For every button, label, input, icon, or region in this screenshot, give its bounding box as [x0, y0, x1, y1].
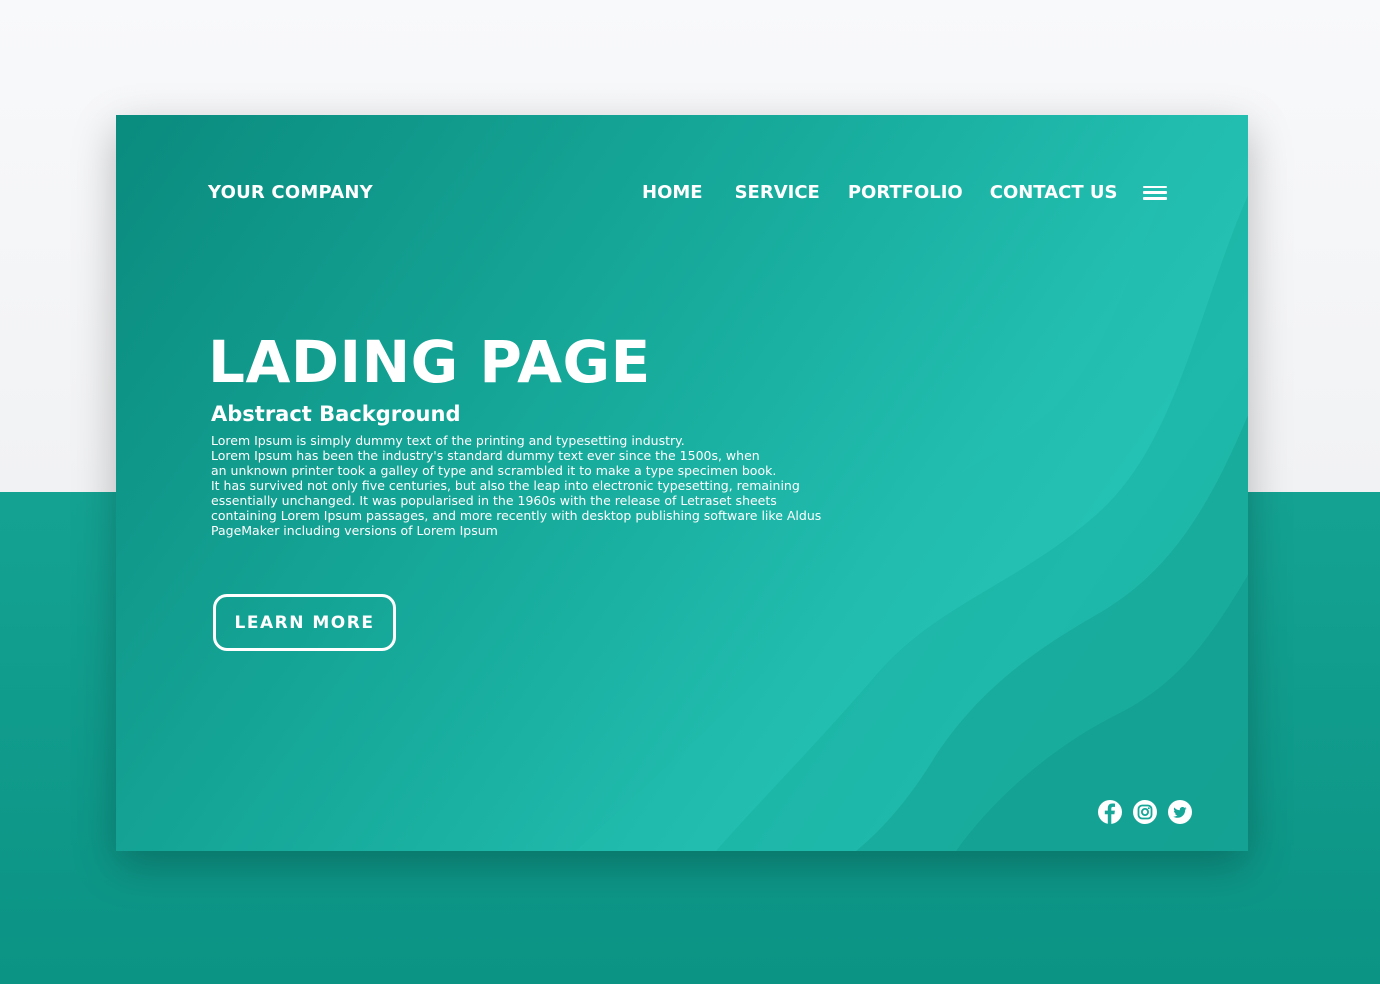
main-navigation: HOME SERVICE PORTFOLIO CONTACT US	[642, 182, 1168, 203]
company-logo[interactable]: YOUR COMPANY	[208, 182, 373, 203]
hero-body-line: Lorem Ipsum is simply dummy text of the …	[211, 433, 685, 448]
hero-title: LADING PAGE	[208, 328, 651, 396]
facebook-icon[interactable]	[1097, 799, 1123, 825]
learn-more-button[interactable]: LEARN MORE	[213, 594, 396, 651]
hamburger-menu-icon[interactable]	[1143, 185, 1168, 200]
hero-body-line: containing Lorem Ipsum passages, and mor…	[211, 508, 822, 523]
nav-item-contact-us[interactable]: CONTACT US	[990, 182, 1118, 203]
nav-item-service[interactable]: SERVICE	[735, 182, 820, 203]
hero-body-line: essentially unchanged. It was popularise…	[211, 493, 777, 508]
nav-item-home[interactable]: HOME	[642, 182, 703, 203]
hero-body-line: PageMaker including versions of Lorem Ip…	[211, 523, 498, 538]
twitter-icon[interactable]	[1167, 799, 1193, 825]
instagram-icon[interactable]	[1132, 799, 1158, 825]
hero-body-line: an unknown printer took a galley of type…	[211, 463, 777, 478]
nav-item-portfolio[interactable]: PORTFOLIO	[848, 182, 963, 203]
hero-body-text: Lorem Ipsum is simply dummy text of the …	[211, 433, 821, 538]
hero-body-line: It has survived not only five centuries,…	[211, 478, 800, 493]
social-links	[1097, 799, 1193, 825]
landing-page-card: YOUR COMPANY HOME SERVICE PORTFOLIO CONT…	[116, 115, 1248, 851]
hero-body-line: Lorem Ipsum has been the industry's stan…	[211, 448, 760, 463]
hero-subtitle: Abstract Background	[211, 402, 461, 426]
